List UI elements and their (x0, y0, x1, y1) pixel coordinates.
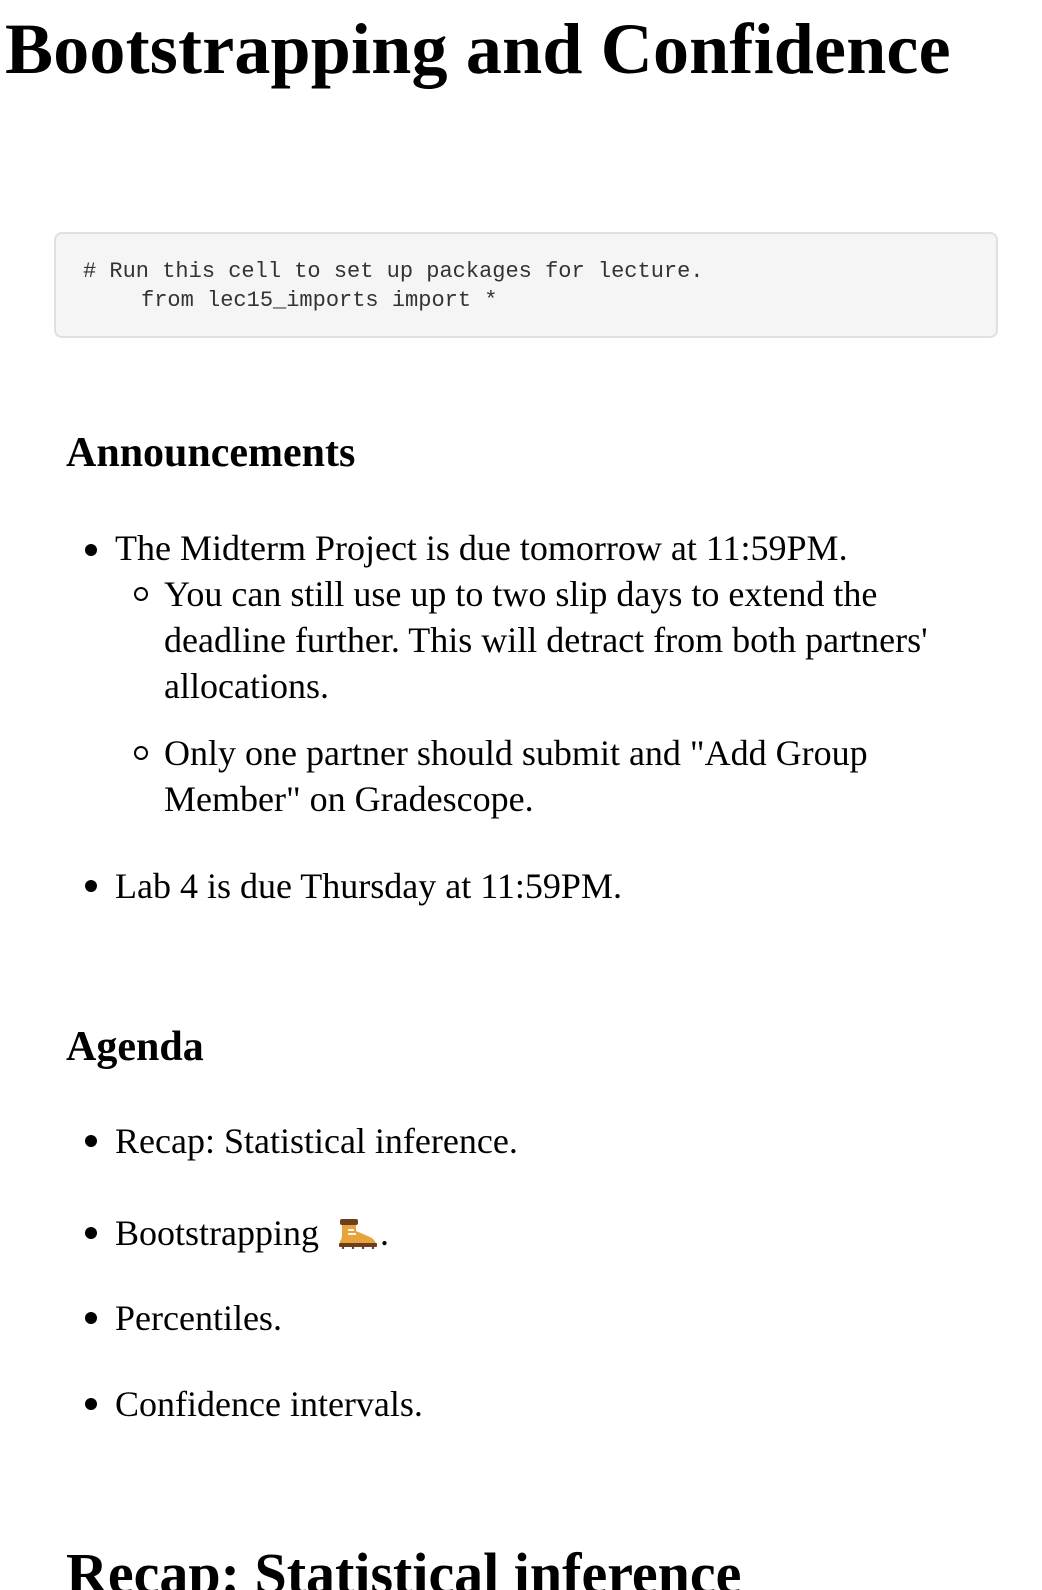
bullet-circle-icon (134, 746, 148, 760)
bullet-disc-icon (85, 1227, 97, 1239)
agenda-heading: Agenda (66, 1024, 204, 1070)
code-cell[interactable]: # Run this cell to set up packages for l… (54, 232, 998, 338)
bullet-disc-icon (85, 1135, 97, 1147)
announcement-subitem-slip-days: You can still use up to two slip days to… (164, 574, 928, 706)
hiking-boot-icon (336, 1214, 380, 1250)
announcements-heading: Announcements (66, 430, 356, 476)
announcement-subitem-submission: Only one partner should submit and "Add … (164, 733, 868, 819)
bullet-disc-icon (85, 1312, 97, 1324)
agenda-item-percentiles: Percentiles. (115, 1298, 282, 1338)
recap-heading: Recap: Statistical inference (66, 1541, 742, 1590)
code-comment-line: # Run this cell to set up packages for l… (83, 259, 704, 284)
code-import-line: from lec15_imports import * (141, 288, 498, 313)
agenda-item-bootstrapping: Bootstrapping . (115, 1210, 389, 1256)
bullet-disc-icon (85, 880, 97, 892)
agenda-item-bootstrapping-label: Bootstrapping (115, 1213, 319, 1253)
bullet-circle-icon (134, 587, 148, 601)
bullet-disc-icon (85, 1398, 97, 1410)
bullet-disc-icon (85, 544, 97, 556)
agenda-item-confidence-intervals: Confidence intervals. (115, 1384, 423, 1424)
announcement-item-midterm: The Midterm Project is due tomorrow at 1… (115, 528, 848, 568)
page-title: Bootstrapping and Confidence (5, 9, 951, 89)
agenda-item-recap: Recap: Statistical inference. (115, 1121, 518, 1161)
agenda-item-bootstrapping-suffix: . (380, 1213, 389, 1253)
announcement-item-lab4: Lab 4 is due Thursday at 11:59PM. (115, 866, 622, 906)
